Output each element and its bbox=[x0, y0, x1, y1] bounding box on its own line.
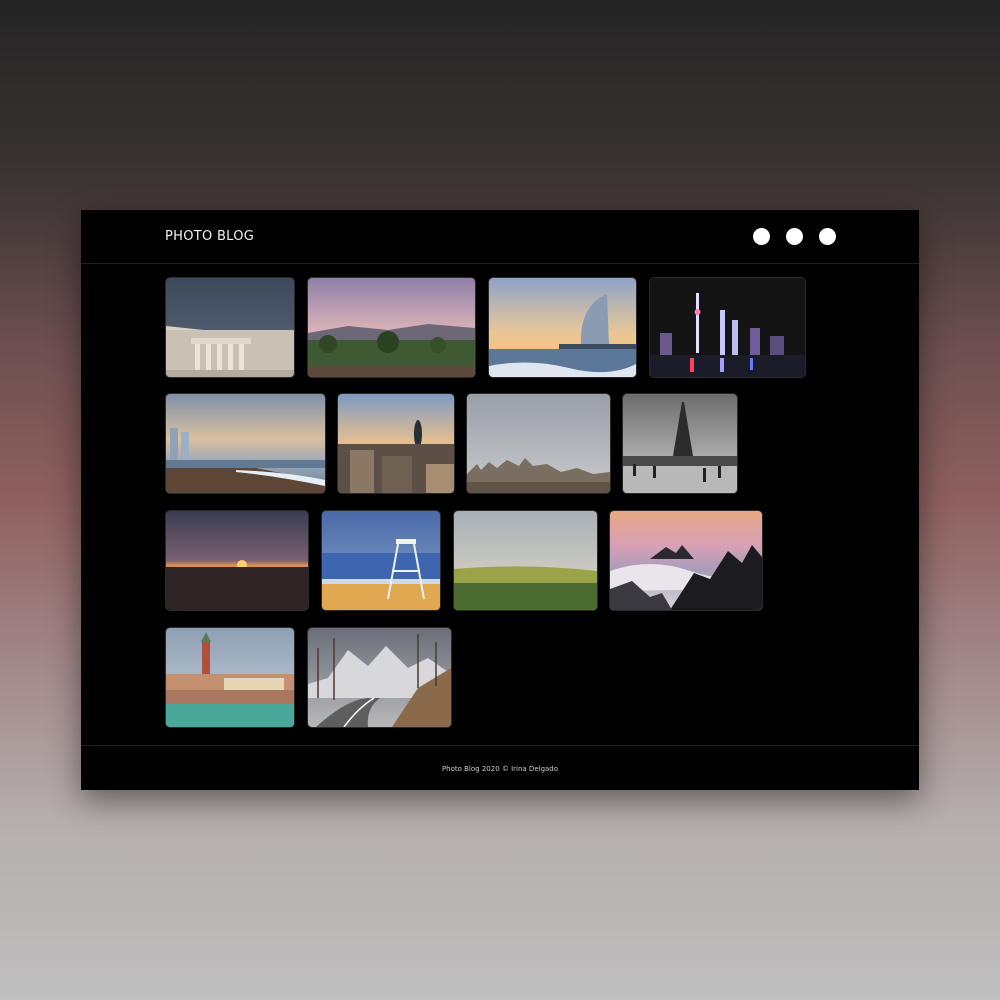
photo-eiffel-tower[interactable] bbox=[622, 393, 738, 494]
photo-pastel-hills[interactable] bbox=[307, 277, 476, 378]
menu-dots bbox=[753, 228, 836, 245]
brand-title[interactable]: PHOTO BLOG bbox=[165, 229, 254, 244]
photo-venice[interactable] bbox=[165, 627, 295, 728]
photo-mountain-road[interactable] bbox=[307, 627, 452, 728]
photo-sail-hotel[interactable] bbox=[488, 277, 637, 378]
photo-night-skyline[interactable] bbox=[649, 277, 806, 378]
photo-green-meadow[interactable] bbox=[453, 510, 598, 611]
photo-sunset-field[interactable] bbox=[165, 510, 309, 611]
menu-dot-3[interactable] bbox=[819, 228, 836, 245]
blog-window: PHOTO BLOG Photo Blog 2020 © Irina Delga… bbox=[81, 210, 919, 790]
photo-castle[interactable] bbox=[466, 393, 611, 494]
footer-copyright: Photo Blog 2020 © Irina Delgado bbox=[441, 765, 559, 773]
photo-city-rooftops[interactable] bbox=[337, 393, 455, 494]
footer: Photo Blog 2020 © Irina Delgado bbox=[81, 745, 919, 791]
photo-lifeguard-tower[interactable] bbox=[321, 510, 441, 611]
photo-acropolis[interactable] bbox=[165, 277, 295, 378]
header: PHOTO BLOG bbox=[81, 210, 919, 264]
photo-beach-towers[interactable] bbox=[165, 393, 326, 494]
menu-dot-2[interactable] bbox=[786, 228, 803, 245]
menu-dot-1[interactable] bbox=[753, 228, 770, 245]
photo-misty-mountains[interactable] bbox=[609, 510, 763, 611]
